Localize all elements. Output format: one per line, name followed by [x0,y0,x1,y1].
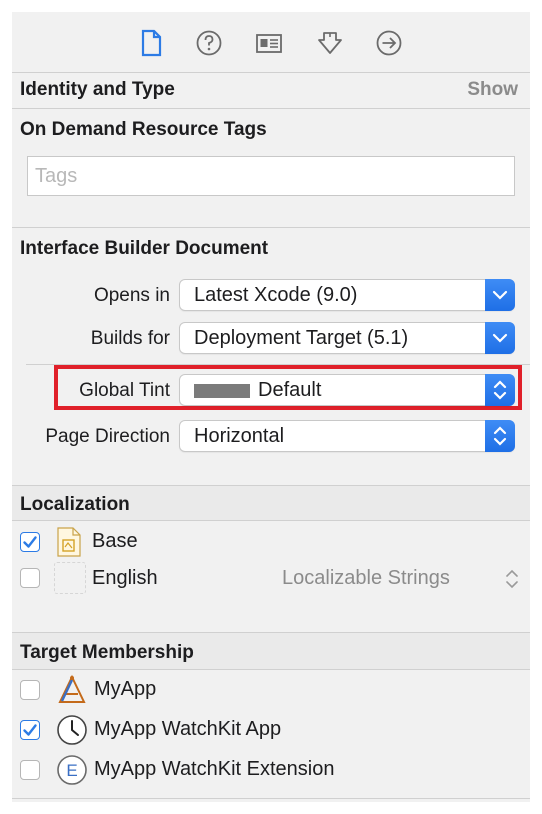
target-label-myapp: MyApp [94,678,157,700]
watch-app-icon [56,714,88,746]
builds-for-value: Deployment Target (5.1) [194,327,409,349]
localization-label-base: Base [92,530,138,552]
global-tint-label: Global Tint [79,380,170,401]
builds-for-label: Builds for [90,328,170,349]
tint-color-swatch [194,384,250,398]
connections-inspector-icon[interactable] [374,28,404,58]
divider [12,669,530,670]
storyboard-file-icon [56,527,82,557]
localization-type-popup[interactable]: Localizable Strings [282,567,450,590]
show-toggle[interactable]: Show [467,79,518,101]
localization-checkbox-base[interactable] [20,532,40,552]
file-inspector-icon[interactable] [136,28,166,58]
identity-inspector-icon[interactable] [254,28,284,58]
app-target-icon [56,674,88,706]
global-tint-value: Default [258,379,322,401]
opens-in-popup[interactable]: Latest Xcode (9.0) [179,279,515,311]
page-direction-value: Horizontal [194,425,285,447]
target-label-watchkit-extension: MyApp WatchKit Extension [94,758,335,780]
page-direction-label: Page Direction [45,426,170,447]
target-label-watchkit-app: MyApp WatchKit App [94,718,282,740]
section-title-localization: Localization [20,494,130,515]
quick-help-icon[interactable] [194,28,224,58]
divider [12,108,530,109]
target-checkbox-watchkit-app[interactable] [20,720,40,740]
tags-field[interactable]: Tags [27,156,515,196]
section-title-identity: Identity and Type [20,79,175,100]
empty-file-icon [54,562,86,594]
opens-in-label: Opens in [93,285,170,306]
target-checkbox-myapp[interactable] [20,680,40,700]
builds-for-popup[interactable]: Deployment Target (5.1) [179,322,515,354]
localization-checkbox-english[interactable] [20,568,40,588]
section-title-target-membership: Target Membership [20,642,194,663]
global-tint-popup[interactable]: Default [179,374,515,406]
extension-icon: E [56,754,88,786]
attributes-inspector-icon[interactable] [315,28,345,58]
stepper-icon [485,374,515,406]
divider [12,227,530,228]
tags-placeholder: Tags [35,165,78,187]
chevron-down-icon [485,322,515,354]
section-title-odr: On Demand Resource Tags [20,119,267,140]
stepper-icon[interactable] [505,568,519,590]
page-direction-popup[interactable]: Horizontal [179,420,515,452]
localization-label-english: English [92,567,158,589]
chevron-down-icon [485,279,515,311]
stepper-icon [485,420,515,452]
divider [12,520,530,521]
svg-text:E: E [66,761,77,780]
divider [12,798,530,799]
file-inspector-panel: Identity and Type Show On Demand Resourc… [12,12,530,802]
target-checkbox-watchkit-extension[interactable] [20,760,40,780]
section-title-ib-document: Interface Builder Document [20,238,269,259]
opens-in-value: Latest Xcode (9.0) [194,284,358,306]
divider [12,72,530,73]
